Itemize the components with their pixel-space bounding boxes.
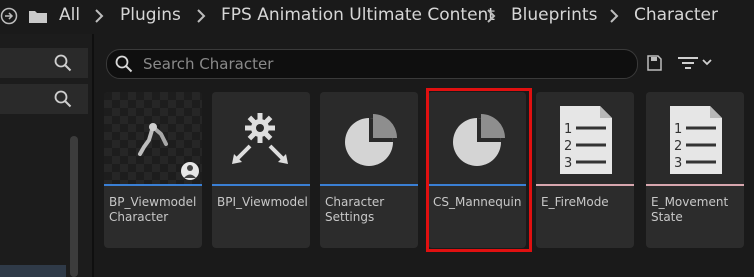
data-asset-pie-icon (320, 92, 418, 184)
selected-folder-row[interactable] (0, 265, 66, 277)
asset-label: BP_Viewmodel Character (109, 195, 197, 224)
search-icon[interactable] (54, 54, 72, 72)
asset-label: E_Movement State (651, 195, 729, 224)
sources-scrollbar[interactable] (70, 136, 78, 277)
character-thumbnail (104, 92, 202, 184)
asset-tile[interactable]: BPI_Viewmodel (212, 92, 310, 248)
asset-type-stripe (212, 184, 310, 186)
asset-label: E_FireMode (541, 195, 609, 209)
chevron-right-icon (610, 9, 619, 23)
search-icon (115, 55, 133, 73)
save-search-icon[interactable] (646, 55, 662, 71)
collections-search-row[interactable] (0, 84, 88, 114)
breadcrumb-item-all[interactable]: All (59, 5, 80, 25)
selection-highlight (426, 88, 532, 252)
asset-type-stripe (104, 184, 202, 186)
sources-panel (0, 34, 94, 277)
breadcrumb-item-character[interactable]: Character (634, 5, 718, 25)
content-browser-main: BP_Viewmodel Character BPI_Viewmodel (94, 34, 754, 277)
breadcrumb-item-fps-content[interactable]: FPS Animation Ultimate Content (221, 5, 495, 25)
chevron-right-icon (487, 9, 496, 23)
asset-tile[interactable]: 1 2 3 E_FireMode (536, 92, 634, 248)
breadcrumb: All Plugins FPS Animation Ultimate Conte… (0, 0, 754, 34)
svg-text:1: 1 (674, 122, 682, 137)
svg-text:2: 2 (674, 139, 682, 154)
asset-label: Character Settings (325, 195, 385, 224)
chevron-right-icon (197, 9, 206, 23)
folder-icon[interactable] (28, 8, 48, 24)
interface-gear-icon (212, 92, 310, 184)
breadcrumb-item-blueprints[interactable]: Blueprints (511, 5, 597, 25)
svg-text:3: 3 (564, 156, 572, 171)
chevron-right-icon (95, 9, 104, 23)
asset-type-stripe (320, 184, 418, 186)
svg-text:2: 2 (564, 139, 572, 154)
asset-label: BPI_Viewmodel (217, 195, 308, 209)
asset-tile[interactable]: BP_Viewmodel Character (104, 92, 202, 248)
enum-list-icon: 1 2 3 (536, 92, 634, 184)
asset-type-stripe (536, 184, 634, 186)
filter-icon[interactable] (676, 55, 716, 71)
breadcrumb-item-plugins[interactable]: Plugins (120, 5, 181, 25)
asset-tile[interactable]: 1 2 3 E_Movement State (646, 92, 744, 248)
enum-list-icon: 1 2 3 (646, 92, 744, 184)
search-input[interactable] (141, 52, 625, 76)
search-box[interactable] (106, 49, 638, 79)
asset-tile[interactable]: Character Settings (320, 92, 418, 248)
sources-search-row[interactable] (0, 48, 88, 78)
svg-text:1: 1 (564, 122, 572, 137)
svg-text:3: 3 (674, 156, 682, 171)
asset-type-stripe (646, 184, 744, 186)
history-back-icon[interactable] (0, 7, 18, 25)
search-icon[interactable] (54, 90, 72, 108)
